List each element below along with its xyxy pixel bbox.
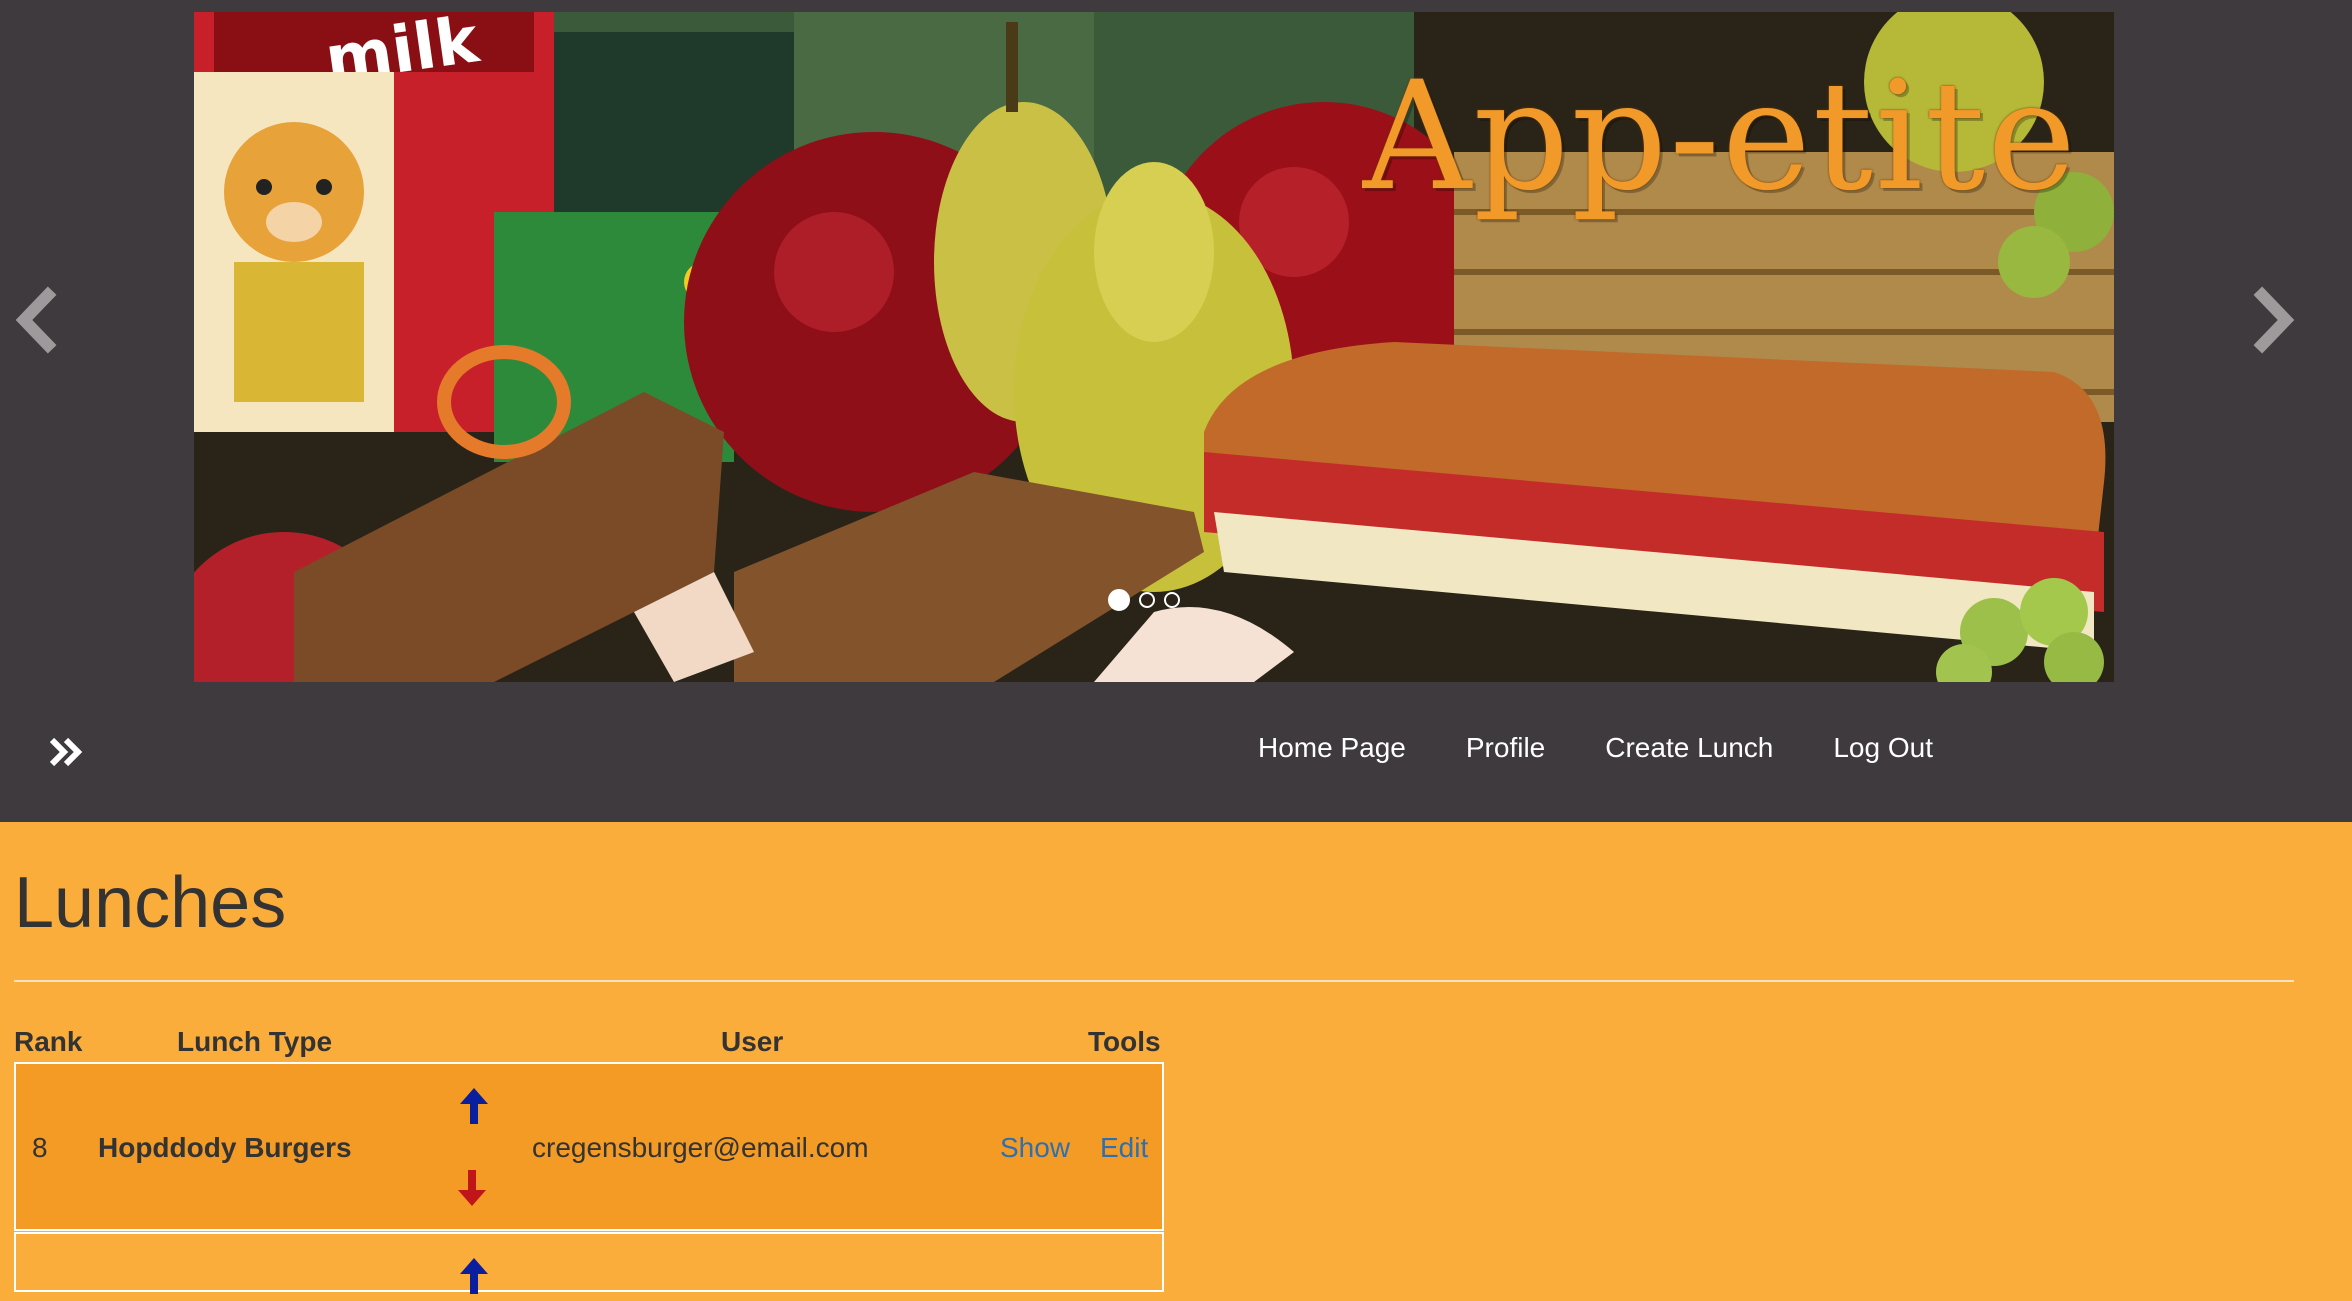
carousel-indicator-1[interactable] (1108, 589, 1130, 611)
nav-link-log-out[interactable]: Log Out (1833, 728, 1933, 768)
arrow-up-icon (460, 1258, 488, 1294)
nav-link-profile[interactable]: Profile (1466, 728, 1545, 768)
lunch-type-cell: Hopddody Burgers (98, 1132, 352, 1163)
carousel-prev-button[interactable] (8, 285, 68, 355)
carousel-indicator-3[interactable] (1164, 592, 1180, 608)
show-link[interactable]: Show (1000, 1130, 1070, 1166)
chevron-right-icon (2253, 286, 2295, 354)
table-row: 8 Hopddody Burgers cregensburger@email.c… (14, 1062, 1164, 1231)
column-header-tools: Tools (1088, 1026, 1161, 1057)
nav-links: Home Page Profile Create Lunch Log Out (1258, 728, 1933, 768)
nav-link-home-page[interactable]: Home Page (1258, 728, 1406, 768)
carousel-next-button[interactable] (2244, 285, 2304, 355)
arrow-down-icon (458, 1170, 486, 1206)
double-chevron-right-icon (49, 737, 83, 767)
nav-toggle-button[interactable] (46, 732, 86, 772)
upvote-button[interactable] (456, 1256, 492, 1296)
page-title: Lunches (14, 863, 287, 943)
nav-link-create-lunch[interactable]: Create Lunch (1605, 728, 1773, 768)
column-header-user: User (721, 1026, 784, 1057)
user-email-cell: cregensburger@email.com (532, 1132, 869, 1163)
brand-title: App-etite (1362, 50, 2078, 224)
table-header-row: Rank Lunch Type User Tools (14, 1024, 1164, 1064)
downvote-button[interactable] (454, 1168, 490, 1208)
navbar: Home Page Profile Create Lunch Log Out (0, 682, 2352, 822)
column-header-lunch-type: Lunch Type (177, 1026, 333, 1057)
upvote-button[interactable] (456, 1086, 492, 1126)
title-divider (14, 980, 2294, 982)
carousel-indicators (1108, 589, 1180, 611)
carousel-indicator-2[interactable] (1139, 592, 1155, 608)
carousel-slide-image: milk App-etite (194, 12, 2114, 682)
column-header-rank: Rank (14, 1026, 83, 1057)
arrow-up-icon (460, 1088, 488, 1124)
rank-cell: 8 (32, 1132, 48, 1163)
edit-link[interactable]: Edit (1100, 1130, 1148, 1166)
chevron-left-icon (15, 286, 57, 354)
hero-carousel: milk App-etite (0, 0, 2352, 682)
table-row (14, 1232, 1164, 1294)
